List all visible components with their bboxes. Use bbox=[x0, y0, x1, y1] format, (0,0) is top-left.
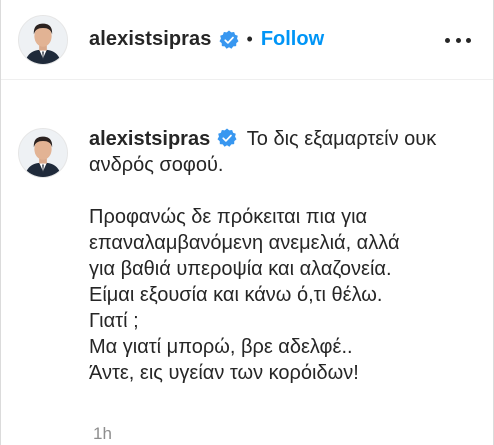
caption-line: Γιατί ; bbox=[89, 310, 139, 332]
caption-avatar[interactable] bbox=[18, 128, 68, 178]
more-dot bbox=[466, 37, 471, 43]
caption-comment: alexistsipras Το δις εξαμαρτείν ουκ ανδρ… bbox=[18, 126, 483, 386]
more-options-icon[interactable] bbox=[445, 30, 471, 50]
avatar-portrait-icon bbox=[19, 15, 67, 64]
verified-badge-icon bbox=[217, 128, 237, 148]
more-dot bbox=[455, 37, 461, 43]
caption-line: Μα γιατί μπορώ, βρε αδελφέ.. bbox=[89, 336, 353, 358]
verified-badge-icon bbox=[219, 30, 239, 50]
caption-line: για βαθιά υπεροψία και αλαζονεία. bbox=[89, 258, 392, 280]
caption-body: alexistsipras Το δις εξαμαρτείν ουκ ανδρ… bbox=[89, 126, 479, 386]
profile-avatar[interactable] bbox=[18, 14, 68, 65]
post-panel: alexistsipras • Follow alexistsipras Το … bbox=[0, 0, 494, 445]
header-separator: • bbox=[246, 29, 253, 49]
post-timestamp[interactable]: 1h bbox=[93, 424, 112, 444]
caption-username[interactable]: alexistsipras bbox=[89, 128, 210, 150]
caption-line: Προφανώς δε πρόκειται πια για bbox=[89, 206, 368, 228]
caption-line: Άντε, εις υγείαν των κορόιδων! bbox=[89, 362, 359, 384]
header-username[interactable]: alexistsipras bbox=[89, 28, 212, 51]
more-dot bbox=[445, 37, 450, 43]
avatar-portrait-icon bbox=[19, 129, 67, 177]
caption-line: επαναλαμβανόμενη ανεμελιά, αλλά bbox=[89, 232, 400, 254]
post-header: alexistsipras • Follow bbox=[1, 0, 493, 80]
caption-line: Είμαι εξουσία και κάνω ό,τι θέλω. bbox=[89, 284, 383, 306]
follow-button[interactable]: Follow bbox=[261, 28, 324, 51]
